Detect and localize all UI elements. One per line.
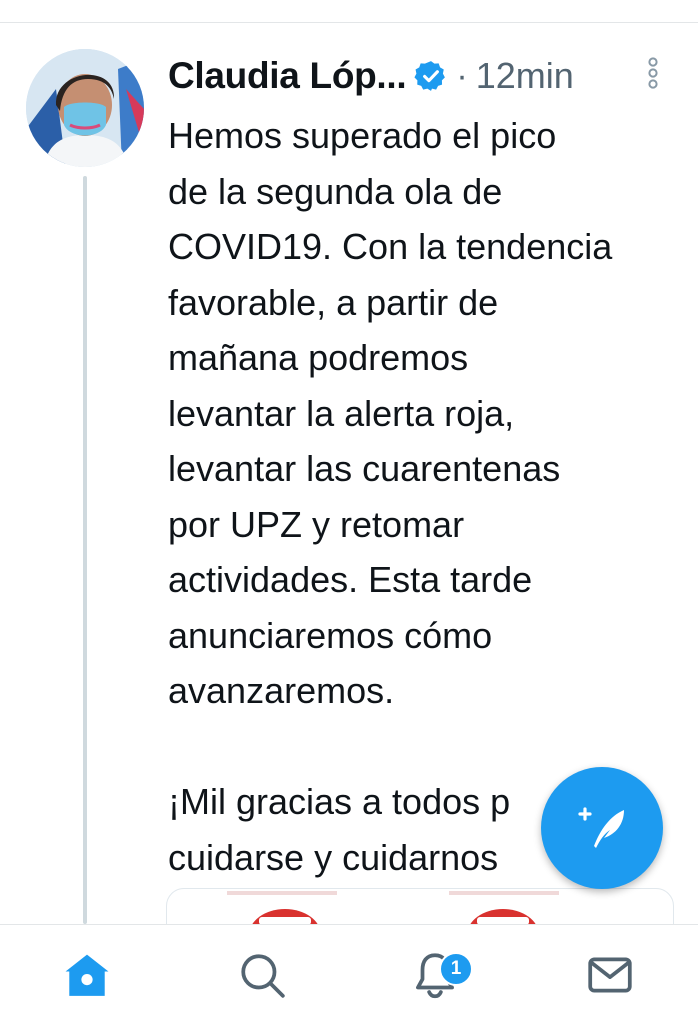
nav-home[interactable] [27,925,147,1025]
tweet-text-line: por UPZ y retomar [168,503,465,545]
compose-button[interactable] [541,767,663,889]
notifications-badge: 1 [439,952,473,986]
tweet-text-line: actividades. Esta tarde [168,559,533,600]
verified-badge-icon [414,59,448,93]
more-vertical-icon[interactable] [644,56,662,90]
nav-notifications[interactable]: 1 [375,925,495,1025]
thread-line [83,176,87,924]
tweet-text-line: avanzaremos. [168,670,395,711]
tweet-text-line: favorable, a partir de [168,281,499,323]
top-divider [0,22,698,23]
compose-tweet-icon [578,807,624,848]
avatar[interactable] [26,49,144,167]
search-icon [241,954,285,998]
tweet-text-line: anunciaremos cómo [168,614,493,656]
mail-icon [588,957,632,993]
tweet-header: Claudia Lóp... · 12min [168,54,574,98]
bottom-nav: 1 [0,924,698,1025]
tweet-text-line: mañana podremos [168,337,469,378]
tweet-text-line: de la segunda ola de [168,170,503,212]
tweet-text-line: levantar la alerta roja, [168,392,515,434]
separator-dot: · [456,56,468,95]
tweet-text-line: Hemos superado el pico [168,115,557,156]
nav-messages[interactable] [550,925,670,1025]
tweet-text-line: levantar las cuarentenas [168,448,561,489]
tweet-text-line: COVID19. Con la tendencia [168,226,613,267]
author-name[interactable]: Claudia Lóp... [168,55,407,97]
nav-search[interactable] [202,925,322,1025]
timestamp[interactable]: 12min [476,55,574,97]
avatar-image [26,49,144,167]
home-icon [65,954,109,996]
